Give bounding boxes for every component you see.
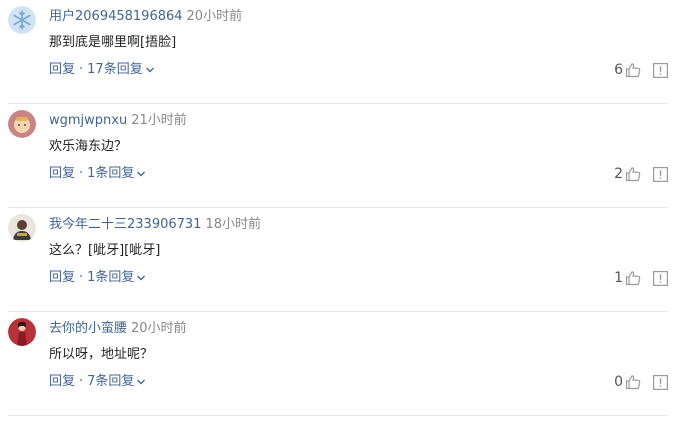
reply-button[interactable]: 回复	[49, 270, 75, 285]
view-replies-button[interactable]: 1条回复	[87, 166, 146, 181]
replies-count-label: 1条回复	[87, 166, 135, 181]
report-icon[interactable]	[653, 271, 668, 286]
username[interactable]: 我今年二十三233906731	[49, 217, 201, 232]
separator-dot: ·	[79, 62, 84, 77]
avatar[interactable]	[8, 6, 36, 34]
separator-dot: ·	[79, 166, 84, 181]
view-replies-button[interactable]: 7条回复	[87, 374, 146, 389]
report-icon[interactable]	[653, 375, 668, 390]
view-replies-button[interactable]: 1条回复	[87, 270, 146, 285]
like-button[interactable]: 2	[614, 164, 641, 184]
replies-count-label: 1条回复	[87, 270, 135, 285]
chevron-down-icon	[137, 379, 146, 384]
comment-item: wgmjwpnxu 21小时前 欢乐海东边？ 回复 · 1条回复 2	[0, 104, 699, 208]
reply-button[interactable]: 回复	[49, 62, 75, 77]
comment-item: 去你的小蛮腰 20小时前 所以呀，地址呢？ 回复 · 7条回复 0	[0, 312, 699, 416]
pink-cartoon-avatar-icon	[8, 110, 36, 138]
divider	[8, 415, 668, 416]
chevron-down-icon	[137, 171, 146, 176]
comment-text: 欢乐海东边？	[49, 139, 128, 154]
timestamp: 20小时前	[131, 321, 187, 336]
like-count: 6	[614, 62, 623, 78]
comment-text: 所以呀，地址呢？	[49, 347, 154, 362]
username[interactable]: 用户2069458196864	[49, 9, 183, 24]
like-button[interactable]: 6	[614, 60, 641, 80]
comment-item: 用户2069458196864 20小时前 那到底是哪里啊[捂脸] 回复 · 17条回…	[0, 0, 699, 104]
like-button[interactable]: 1	[614, 268, 641, 288]
snowflake-avatar-icon	[8, 6, 36, 34]
thumbs-up-icon	[625, 271, 641, 286]
comment-text: 那到底是哪里啊[捂脸]	[49, 35, 177, 50]
comment-text: 这么？[呲牙][呲牙]	[49, 243, 161, 258]
chevron-down-icon	[145, 67, 154, 72]
replies-count-label: 7条回复	[87, 374, 135, 389]
report-icon[interactable]	[653, 167, 668, 182]
timestamp: 18小时前	[205, 217, 261, 232]
separator-dot: ·	[79, 270, 84, 285]
thumbs-up-icon	[625, 375, 641, 390]
like-count: 0	[614, 374, 623, 390]
reply-button[interactable]: 回复	[49, 166, 75, 181]
avatar[interactable]	[8, 214, 36, 242]
thumbs-up-icon	[625, 63, 641, 78]
reply-button[interactable]: 回复	[49, 374, 75, 389]
red-dress-avatar-icon	[8, 318, 36, 346]
separator-dot: ·	[79, 374, 84, 389]
comment-item: 我今年二十三233906731 18小时前 这么？[呲牙][呲牙] 回复 · 1条回复…	[0, 208, 699, 312]
username[interactable]: wgmjwpnxu	[49, 113, 127, 128]
username[interactable]: 去你的小蛮腰	[49, 321, 127, 336]
timestamp: 20小时前	[186, 9, 243, 24]
thumbs-up-icon	[625, 167, 641, 182]
avatar[interactable]	[8, 110, 36, 138]
like-count: 1	[614, 270, 623, 286]
like-button[interactable]: 0	[614, 372, 641, 392]
chevron-down-icon	[137, 275, 146, 280]
timestamp: 21小时前	[131, 113, 187, 128]
person-photo-avatar-icon	[8, 214, 36, 242]
report-icon[interactable]	[653, 63, 668, 78]
replies-count-label: 17条回复	[87, 62, 143, 77]
avatar[interactable]	[8, 318, 36, 346]
like-count: 2	[614, 166, 623, 182]
view-replies-button[interactable]: 17条回复	[87, 62, 155, 77]
